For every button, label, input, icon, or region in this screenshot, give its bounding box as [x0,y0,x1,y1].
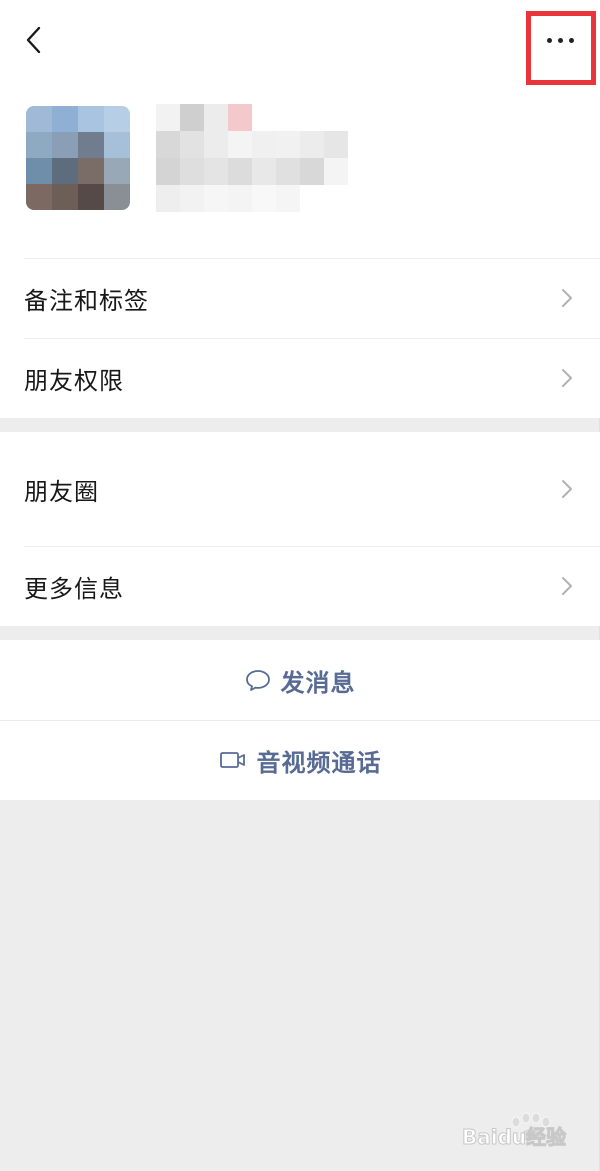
settings-group-2: 朋友圈 更多信息 [0,432,600,626]
menu-item-label: 更多信息 [24,574,124,603]
watermark-text: Baidu经验 [462,1125,567,1150]
action-group: 发消息 音视频通话 [0,640,600,800]
avatar[interactable] [26,106,130,210]
send-message-button[interactable]: 发消息 [0,640,600,720]
more-dot [557,37,563,43]
chevron-right-icon [562,480,572,498]
more-dot [568,37,574,43]
menu-item-remark-tags[interactable]: 备注和标签 [0,258,600,338]
video-call-label: 音视频通话 [256,748,382,777]
chevron-right-icon [562,369,572,387]
send-message-label: 发消息 [280,668,356,697]
divider [0,720,600,721]
menu-item-friend-permissions[interactable]: 朋友权限 [0,338,600,418]
menu-item-label: 备注和标签 [24,286,149,315]
divider [24,546,600,547]
more-dots-icon [546,37,552,43]
menu-item-moments[interactable]: 朋友圈 [0,432,600,546]
more-options-button[interactable] [530,20,590,60]
menu-item-more-info[interactable]: 更多信息 [0,546,600,626]
contact-name-pixelated [156,104,348,212]
settings-group-1: 备注和标签 朋友权限 [0,258,600,418]
video-call-button[interactable]: 音视频通话 [0,720,600,800]
divider [24,338,600,339]
menu-item-label: 朋友权限 [24,366,124,395]
divider [24,258,600,259]
contact-profile-screen: 备注和标签 朋友权限 朋友圈 更多信息 发消息 音视频通话 Baidu经验 [0,0,600,1171]
back-button[interactable] [16,22,52,58]
chevron-right-icon [562,289,572,307]
chat-bubble-icon [245,668,271,692]
chevron-right-icon [562,577,572,595]
profile-header [0,0,600,258]
video-camera-icon [219,750,247,770]
menu-item-label: 朋友圈 [24,477,99,506]
chevron-left-icon [26,26,41,54]
